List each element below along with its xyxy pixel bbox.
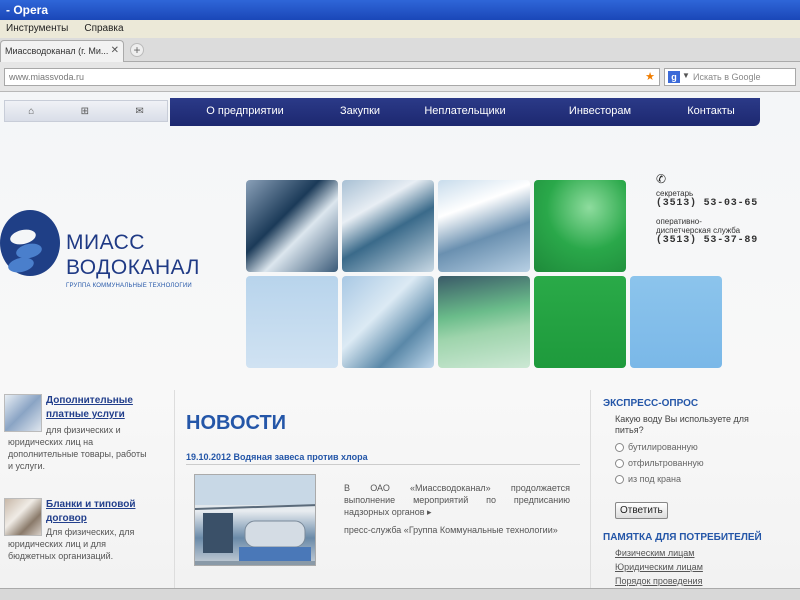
secretary-label: секретарь (656, 189, 694, 198)
mosaic-tile (630, 276, 722, 368)
forms-title-2: договор (46, 513, 87, 524)
news-source: пресс-служба «Группа Коммунальные технол… (344, 525, 558, 535)
paid-services-link[interactable]: Дополнительные платные услуги (46, 394, 133, 422)
tab-label: Миассводоканал (г. Ми... (5, 46, 109, 56)
news-photo-equipment (195, 475, 315, 565)
logo-line-1: МИАСС (66, 231, 145, 254)
forms-title-1: Бланки и типовой (46, 499, 136, 510)
radio-button[interactable] (615, 442, 624, 452)
paid-services-title-1: Дополнительные (46, 395, 133, 406)
poll-title: ЭКСПРЕСС-ОПРОС (603, 398, 699, 409)
search-input[interactable]: g ▼ Искать в Google (664, 68, 796, 86)
nav-item-debtors[interactable]: Неплательщики (400, 98, 530, 126)
paid-services-text: для физических и юридических лиц на допо… (8, 424, 166, 472)
mosaic-tile (438, 180, 530, 272)
header-water-mosaic (246, 180, 722, 370)
sidebar-right: ЭКСПРЕСС-ОПРОС Какую воду Вы используете… (590, 390, 796, 588)
poll-option-label: отфильтрованную (628, 458, 704, 468)
secretary-phone: (3513) 53-03-65 (656, 198, 759, 209)
forms-text-line: юридических лиц и для (8, 539, 107, 549)
forms-text: Для физических, для юридических лиц и дл… (8, 526, 166, 562)
utility-icons: ⌂ ⊞ ✉ (4, 100, 168, 122)
news-photo[interactable] (194, 474, 316, 566)
news-heading: НОВОСТИ (186, 412, 287, 434)
nav-item-contacts[interactable]: Контакты (670, 98, 752, 126)
poll-option-label: из под крана (628, 474, 682, 484)
search-placeholder: Искать в Google (693, 72, 761, 82)
new-tab-icon[interactable]: + (130, 43, 144, 57)
mosaic-tile (342, 276, 434, 368)
mosaic-tile (534, 180, 626, 272)
main-navigation: О предприятии Закупки Неплательщики Инве… (170, 98, 760, 126)
logo-emblem-icon[interactable] (0, 210, 60, 276)
phone-icon: ✆ (656, 172, 667, 186)
paid-services-text-line: юридических лиц на (8, 437, 94, 447)
dispatch-label-2: диспетчерская служба (656, 226, 741, 235)
nav-item-purchases[interactable]: Закупки (320, 98, 400, 126)
forms-text-line: Для физических, для (46, 527, 135, 537)
nav-item-about[interactable]: О предприятии (170, 98, 320, 126)
poll-option-label: бутилированную (628, 442, 698, 452)
window-title: - Opera (6, 3, 49, 17)
logo-drop-shape (6, 255, 36, 275)
tab-miassvodokanal[interactable]: Миассводоканал (г. Ми... ✕ (0, 40, 124, 62)
logo-text[interactable]: МИАСС ВОДОКАНАЛ (66, 230, 200, 280)
address-bar-area: www.miassvoda.ru ★ g ▼ Искать в Google (0, 62, 800, 92)
news-summary: В ОАО «Миассводоканал» продолжается выпо… (344, 483, 570, 517)
logo-tagline: ГРУППА КОММУНАЛЬНЫЕ ТЕХНОЛОГИИ (66, 283, 192, 289)
sitemap-icon[interactable]: ⊞ (81, 106, 89, 117)
nav-item-investors[interactable]: Инвесторам (530, 98, 670, 126)
window-title-bar: - Opera (0, 0, 800, 20)
menu-bar: Инструменты Справка (0, 20, 800, 38)
paid-services-text-line: для физических и (46, 425, 121, 435)
menu-item-help[interactable]: Справка (84, 23, 123, 35)
logo-line-2: ВОДОКАНАЛ (66, 256, 200, 279)
dispatch-phone: (3513) 53-37-89 (656, 235, 759, 246)
memo-link-procedure[interactable]: Порядок проведения (615, 576, 702, 586)
poll-option-filtered[interactable]: отфильтрованную (615, 458, 704, 468)
close-tab-icon[interactable]: ✕ (111, 45, 119, 56)
bookmark-star-icon[interactable]: ★ (645, 70, 655, 83)
page-viewport: ⌂ ⊞ ✉ О предприятии Закупки Неплательщик… (0, 92, 800, 588)
forms-link[interactable]: Бланки и типовой договор (46, 498, 135, 526)
memo-link-individuals[interactable]: Физическим лицам (615, 548, 695, 558)
poll-submit-button[interactable]: Ответить (615, 502, 668, 519)
radio-button[interactable] (615, 474, 624, 484)
google-icon[interactable]: g (668, 71, 680, 83)
chevron-down-icon[interactable]: ▼ (682, 71, 690, 80)
poll-question: Какую воду Вы используете для питья? (615, 414, 749, 435)
news-separator (186, 464, 580, 465)
forms-text-line: бюджетных организаций. (8, 551, 114, 561)
poll-option-tap[interactable]: из под крана (615, 474, 681, 484)
dispatch-label-1: оперативно- (656, 217, 702, 226)
memo-link-companies[interactable]: Юридическим лицам (615, 562, 703, 572)
radio-button[interactable] (615, 458, 624, 468)
address-input[interactable]: www.miassvoda.ru ★ (4, 68, 660, 86)
mosaic-tile (534, 276, 626, 368)
memo-title: ПАМЯТКА ДЛЯ ПОТРЕБИТЕЛЕЙ (603, 532, 762, 543)
mosaic-tile (246, 180, 338, 272)
mail-icon[interactable]: ✉ (135, 106, 143, 117)
paid-services-text-line: и услуги. (8, 461, 45, 471)
mosaic-tile (438, 276, 530, 368)
column-divider (174, 390, 175, 588)
status-bar (0, 588, 800, 600)
news-item-title[interactable]: 19.10.2012 Водяная завеса против хлора (186, 452, 368, 462)
mosaic-tile (246, 276, 338, 368)
header-contacts: ✆ секретарь (3513) 53-03-65 оперативно- … (656, 172, 796, 254)
paid-services-title-2: платные услуги (46, 409, 125, 420)
address-url: www.miassvoda.ru (9, 72, 85, 82)
menu-item-tools[interactable]: Инструменты (6, 23, 68, 35)
home-icon[interactable]: ⌂ (28, 106, 34, 117)
poll-option-bottled[interactable]: бутилированную (615, 442, 698, 452)
mosaic-tile (342, 180, 434, 272)
paid-services-text-line: дополнительные товары, работы (8, 449, 147, 459)
tab-bar: Миассводоканал (г. Ми... ✕ + (0, 38, 800, 62)
